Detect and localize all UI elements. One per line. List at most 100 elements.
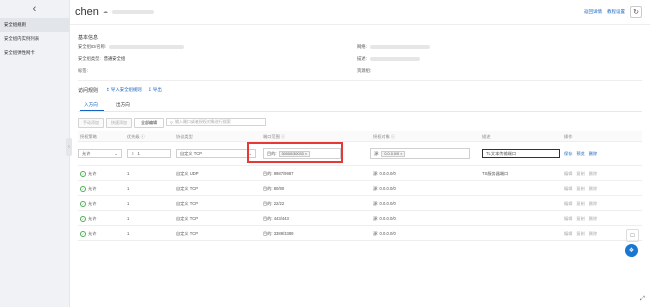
info-vpc: 网络: — [357, 44, 430, 50]
info-type: 安全组类型: 普通安全组 — [78, 56, 125, 62]
row-divider — [78, 210, 642, 211]
policy-cell: ✓ 允许 — [80, 171, 96, 177]
row-divider — [78, 195, 642, 196]
delete-button[interactable]: 删除 — [589, 201, 597, 207]
header-actions: 返回详情 教程设置 ↻ — [584, 6, 642, 18]
redacted-value — [369, 45, 430, 49]
port-cell: 目的: 80/80 — [263, 186, 285, 191]
row-divider — [78, 180, 642, 181]
quick-add-button[interactable]: 快速添加 — [106, 118, 132, 128]
source-input[interactable]: 源: 0.0.0.0/0 × — [370, 148, 470, 159]
chevron-left-icon[interactable]: ‹ — [0, 0, 69, 18]
info-desc-label: 描述: — [357, 56, 367, 61]
resize-icon[interactable]: ⤢ — [638, 295, 647, 304]
edit-all-button[interactable]: 全部编辑 — [134, 118, 164, 128]
policy-cell: ✓ 允许 — [80, 216, 96, 222]
port-cell: 目的: 443/443 — [263, 216, 289, 221]
export-link[interactable]: ↧ 导出 — [148, 87, 162, 93]
source-cell: 源: 0.0.0.0/0 — [373, 186, 396, 191]
copy-button[interactable]: 复制 — [576, 201, 584, 207]
delete-button[interactable]: 删除 — [589, 231, 597, 237]
chevron-down-icon: ⌄ — [114, 151, 118, 156]
manual-add-button[interactable]: 手动添加 — [78, 118, 104, 128]
priority-input[interactable]: ⇕ 1 — [127, 149, 171, 158]
edit-button[interactable]: 编辑 — [564, 216, 572, 222]
row-divider — [78, 240, 642, 241]
import-label: 导入安全组规则 — [110, 87, 142, 92]
port-cell: 目的: 22/22 — [263, 201, 285, 206]
search-input[interactable]: ⚲ 输入端口或者授权对象进行搜索 — [166, 118, 266, 126]
tab-inbound[interactable]: 入方向 — [84, 102, 98, 108]
cloud-icon: ☁ — [102, 9, 108, 15]
info-type-label: 安全组类型: — [78, 56, 101, 61]
edit-button[interactable]: 编辑 — [564, 171, 572, 177]
copy-button[interactable]: 复制 — [576, 231, 584, 237]
info-tag-label: 标签: — [78, 68, 88, 73]
tab-outbound[interactable]: 出方向 — [116, 102, 130, 108]
search-icon: ⚲ — [170, 119, 173, 125]
delete-button[interactable]: 删除 — [589, 171, 597, 177]
close-icon[interactable]: × — [400, 152, 402, 156]
policy-text: 允许 — [88, 231, 97, 237]
source-tag: 0.0.0.0/0 × — [381, 150, 406, 157]
info-resource-group: 资源组: — [357, 68, 371, 74]
help-icon[interactable]: ❖ — [625, 244, 638, 257]
info-resource-group-label: 资源组: — [357, 68, 372, 73]
col-port: 端口范围 ⓘ — [263, 134, 286, 139]
policy-text: 允许 — [88, 201, 97, 207]
protocol-cell: 自定义 TCP — [176, 231, 199, 236]
search-placeholder: 输入端口或者授权对象进行搜索 — [174, 119, 231, 124]
priority-cell: 1 — [127, 216, 130, 221]
preview-button[interactable]: 预览 — [576, 151, 584, 157]
delete-button[interactable]: 删除 — [589, 216, 597, 222]
source-cell: 源: 0.0.0.0/0 — [373, 231, 396, 236]
row-actions: 编辑 复制 删除 — [564, 231, 597, 237]
info-vpc-label: 网络: — [357, 44, 367, 49]
policy-select[interactable]: 允许 ⌄ — [78, 149, 122, 158]
copy-button[interactable]: 复制 — [576, 171, 584, 177]
row-divider — [78, 225, 642, 226]
settings-link[interactable]: 教程设置 — [607, 9, 625, 15]
sidebar-item-eni[interactable]: 安全组弹性网卡 — [0, 46, 69, 60]
info-desc: 描述: — [357, 56, 420, 62]
source-cell: 源: 0.0.0.0/0 — [373, 171, 396, 176]
sidebar-item-rules[interactable]: 安全组规则 — [0, 18, 69, 32]
priority-cell: 1 — [127, 231, 130, 236]
policy-cell: ✓ 允许 — [80, 186, 96, 192]
copy-button[interactable]: 复制 — [576, 216, 584, 222]
sidebar-item-instances[interactable]: 安全组内实例列表 — [0, 32, 69, 46]
col-actions: 操作 — [564, 134, 573, 139]
row-divider — [78, 165, 642, 166]
copy-button[interactable]: 复制 — [576, 186, 584, 192]
col-protocol: 协议类型 — [176, 134, 193, 139]
description-input[interactable]: TL文本传输端口 — [482, 149, 560, 158]
source-cell: 源: 0.0.0.0/0 — [373, 201, 396, 206]
protocol-cell: 自定义 TCP — [176, 216, 199, 221]
policy-text: 允许 — [88, 171, 97, 177]
delete-button[interactable]: 删除 — [589, 151, 597, 157]
protocol-value: 自定义 TCP — [180, 150, 203, 156]
header-divider — [70, 24, 650, 25]
edit-button[interactable]: 编辑 — [564, 201, 572, 207]
protocol-select[interactable]: 自定义 TCP ⌄ — [176, 149, 256, 158]
chat-icon[interactable]: □ — [626, 229, 639, 242]
rules-title: 访问规则 — [78, 88, 99, 94]
row-actions: 编辑 复制 删除 — [564, 216, 597, 222]
sidebar: ‹ 安全组规则 安全组内实例列表 安全组弹性网卡 — [0, 0, 70, 307]
check-circle-icon: ✓ — [80, 171, 86, 177]
info-tag: 标签: — [78, 68, 88, 74]
save-button[interactable]: 保存 — [564, 151, 572, 157]
stepper-icon: ⇕ — [131, 151, 135, 156]
import-rules-link[interactable]: ↥ 导入安全组规则 — [106, 87, 142, 93]
return-link[interactable]: 返回详情 — [584, 9, 602, 15]
edit-button[interactable]: 编辑 — [564, 231, 572, 237]
info-id-label: 安全组ID/名称: — [78, 44, 107, 49]
source-prefix: 源: — [374, 150, 380, 156]
redacted-id — [111, 10, 154, 14]
refresh-icon[interactable]: ↻ — [630, 6, 642, 18]
policy-text: 允许 — [88, 216, 97, 222]
edit-button[interactable]: 编辑 — [564, 186, 572, 192]
row-actions: 编辑 复制 删除 — [564, 171, 597, 177]
source-cell: 源: 0.0.0.0/0 — [373, 216, 396, 221]
delete-button[interactable]: 删除 — [589, 186, 597, 192]
